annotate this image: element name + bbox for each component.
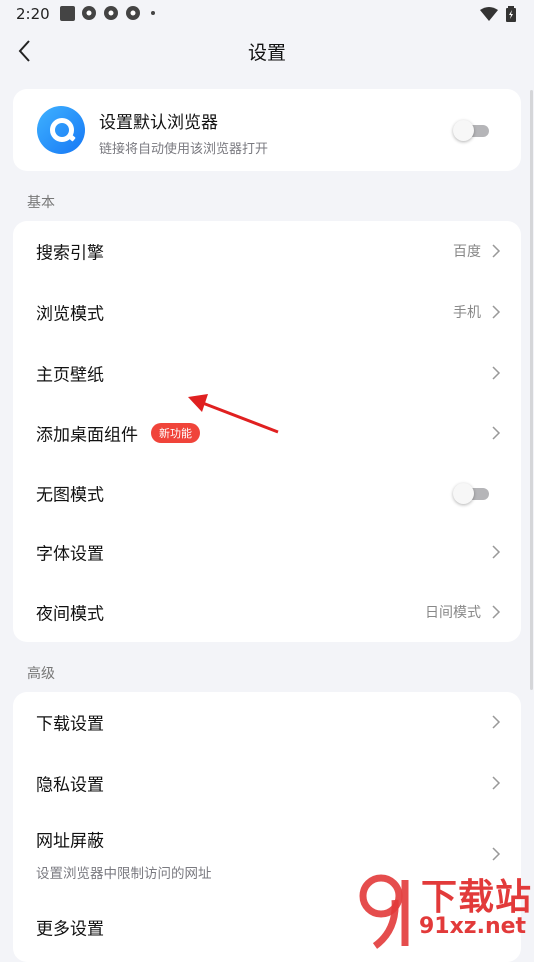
setting-label: 主页壁纸 bbox=[36, 365, 104, 386]
setting-browse-mode[interactable]: 浏览模式 手机 bbox=[13, 282, 521, 342]
setting-value: 百度 bbox=[453, 244, 481, 260]
watermark-text-domain: 91xz.net bbox=[419, 914, 527, 939]
status-right-icons bbox=[480, 6, 516, 22]
chevron-right-icon bbox=[492, 244, 501, 258]
chevron-right-icon bbox=[492, 715, 501, 729]
notification-square-icon bbox=[60, 5, 75, 21]
default-browser-card[interactable]: 设置默认浏览器 链接将自动使用该浏览器打开 bbox=[13, 89, 521, 171]
setting-font[interactable]: 字体设置 bbox=[13, 522, 521, 582]
setting-label: 更多设置 bbox=[36, 919, 104, 940]
setting-label: 夜间模式 bbox=[36, 604, 104, 625]
setting-no-image-mode[interactable]: 无图模式 bbox=[13, 463, 521, 523]
default-browser-toggle[interactable] bbox=[453, 119, 489, 141]
top-app-bar: 设置 bbox=[0, 28, 534, 74]
pinwheel-icon bbox=[103, 5, 119, 21]
setting-night-mode[interactable]: 夜间模式 日间模式 bbox=[13, 582, 521, 642]
setting-label: 无图模式 bbox=[36, 485, 104, 506]
setting-label: 搜索引擎 bbox=[36, 243, 104, 264]
setting-privacy[interactable]: 隐私设置 bbox=[13, 753, 521, 813]
chevron-right-icon bbox=[492, 305, 501, 319]
setting-label: 添加桌面组件 bbox=[36, 425, 138, 446]
default-browser-subtitle: 链接将自动使用该浏览器打开 bbox=[99, 142, 269, 157]
watermark: 下载站 91xz.net bbox=[359, 868, 534, 950]
status-bar: 2:20 bbox=[0, 0, 534, 28]
setting-value: 日间模式 bbox=[425, 605, 481, 621]
no-image-mode-toggle[interactable] bbox=[453, 482, 489, 504]
setting-value: 手机 bbox=[453, 305, 481, 321]
pinwheel-icon bbox=[81, 5, 97, 21]
watermark-text-main: 下载站 bbox=[421, 877, 533, 918]
page-title: 设置 bbox=[247, 41, 286, 64]
chevron-right-icon bbox=[492, 366, 501, 380]
browser-logo-icon bbox=[37, 106, 85, 154]
setting-subtitle: 设置浏览器中限制访问的网址 bbox=[36, 866, 212, 882]
section-label-basic: 基本 bbox=[27, 195, 55, 211]
wifi-icon bbox=[480, 7, 498, 21]
watermark-logo-icon bbox=[359, 874, 409, 949]
setting-label: 字体设置 bbox=[36, 544, 104, 565]
setting-label: 下载设置 bbox=[36, 714, 104, 735]
pinwheel-icon bbox=[125, 5, 141, 21]
chevron-right-icon bbox=[492, 545, 501, 559]
chevron-right-icon bbox=[492, 426, 501, 440]
setting-label: 网址屏蔽 bbox=[36, 831, 104, 852]
setting-label: 隐私设置 bbox=[36, 775, 104, 796]
chevron-right-icon bbox=[492, 776, 501, 790]
section-label-advanced: 高级 bbox=[27, 666, 55, 682]
status-icons bbox=[60, 5, 155, 21]
setting-label: 浏览模式 bbox=[36, 304, 104, 325]
annotation-arrow-icon bbox=[188, 394, 279, 434]
more-notifications-dot-icon bbox=[151, 11, 155, 15]
chevron-right-icon bbox=[492, 605, 501, 619]
setting-download[interactable]: 下载设置 bbox=[13, 692, 521, 752]
chevron-right-icon bbox=[492, 847, 501, 861]
battery-icon bbox=[506, 6, 516, 22]
status-time: 2:20 bbox=[16, 5, 50, 23]
setting-search-engine[interactable]: 搜索引擎 百度 bbox=[13, 221, 521, 281]
default-browser-title: 设置默认浏览器 bbox=[99, 113, 218, 133]
back-arrow-icon[interactable] bbox=[14, 38, 38, 64]
scrollbar[interactable] bbox=[530, 90, 533, 690]
